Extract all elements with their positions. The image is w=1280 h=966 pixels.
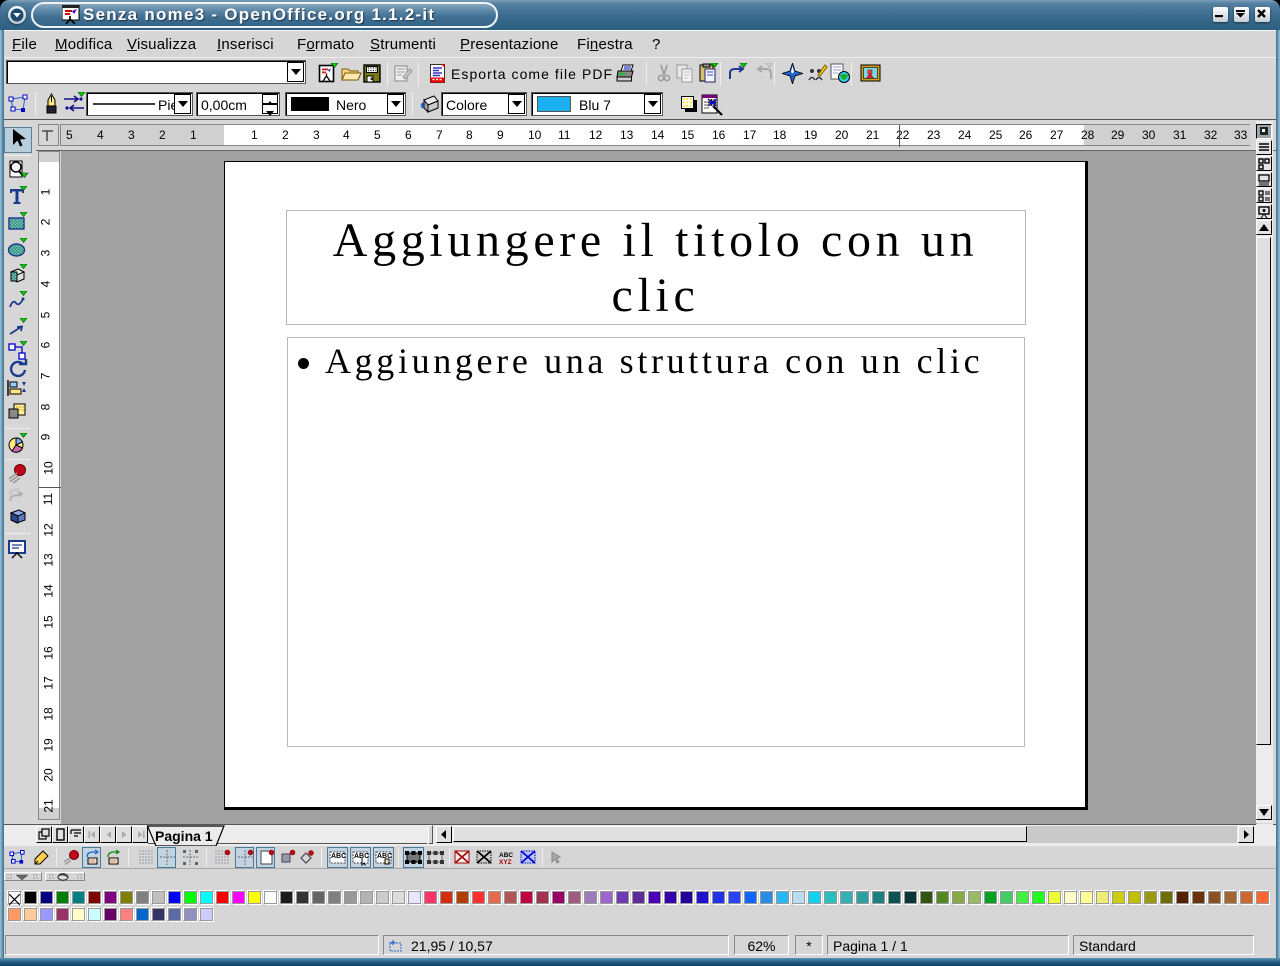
svg-text:XYZ: XYZ: [499, 859, 512, 866]
svg-text:ABC: ABC: [331, 853, 346, 860]
svg-text:ABC: ABC: [499, 852, 513, 859]
